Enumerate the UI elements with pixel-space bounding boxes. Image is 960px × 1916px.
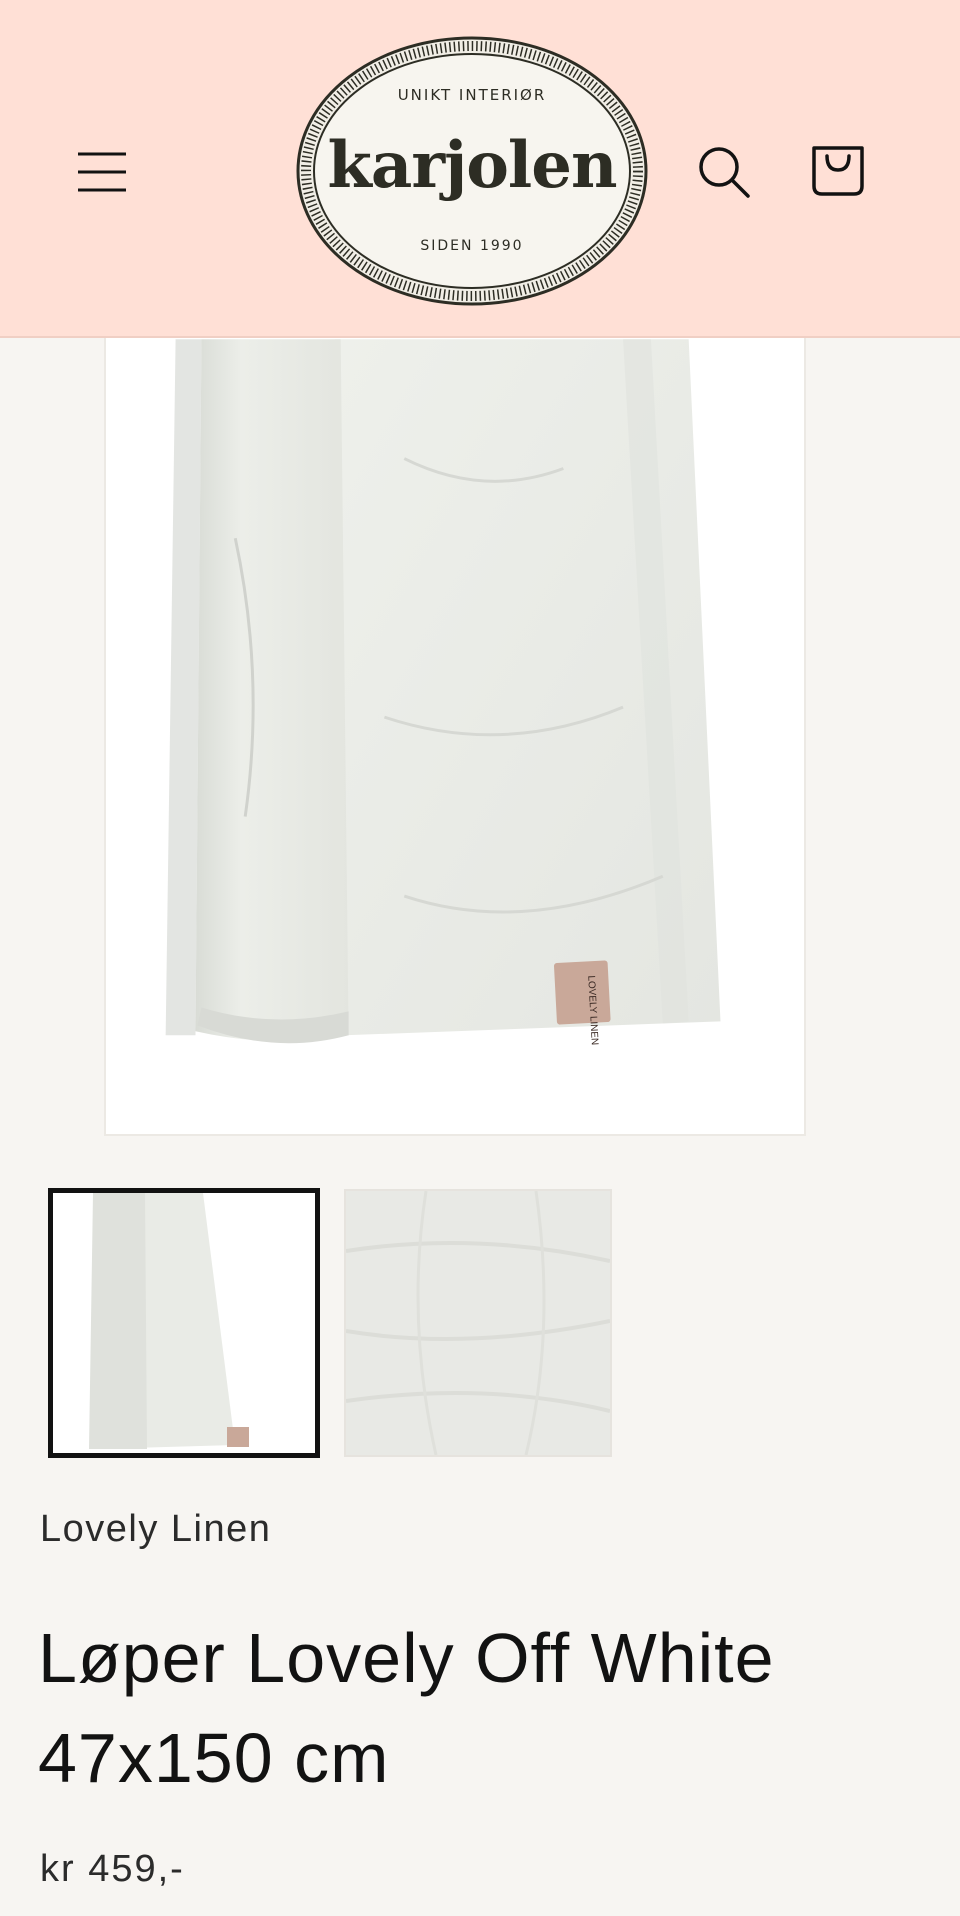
thumbnail-1-selected[interactable]: [48, 1188, 320, 1458]
search-icon: [699, 147, 750, 198]
store-logo[interactable]: UNIKT INTERIØR karjolen SIDEN 1990: [294, 34, 650, 308]
product-title: Løper Lovely Off White 47x150 cm: [38, 1619, 775, 1797]
hamburger-menu-icon: [78, 152, 126, 192]
menu-button[interactable]: [68, 138, 136, 206]
runner-thumbnail-image: [53, 1193, 315, 1453]
svg-text:LOVELY LINEN: LOVELY LINEN: [585, 975, 600, 1045]
product-vendor: Lovely Linen: [40, 1508, 272, 1550]
linen-runner-image: LOVELY LINEN: [165, 339, 721, 1045]
product-tag: LOVELY LINEN: [554, 960, 611, 1045]
site-header: UNIKT INTERIØR karjolen SIDEN 1990: [0, 0, 960, 338]
search-button[interactable]: [690, 138, 758, 206]
product-main-image[interactable]: LOVELY LINEN: [104, 338, 806, 1136]
logo-tagline: UNIKT INTERIØR: [397, 86, 547, 104]
shopping-bag-icon: [812, 146, 864, 196]
product-price: kr 459,-: [40, 1848, 185, 1890]
fabric-texture-thumbnail: [346, 1191, 610, 1455]
cart-button[interactable]: [804, 136, 872, 204]
logo-wordmark: karjolen: [327, 128, 618, 203]
thumbnail-2[interactable]: [344, 1189, 612, 1457]
logo-since: SIDEN 1990: [420, 238, 524, 254]
